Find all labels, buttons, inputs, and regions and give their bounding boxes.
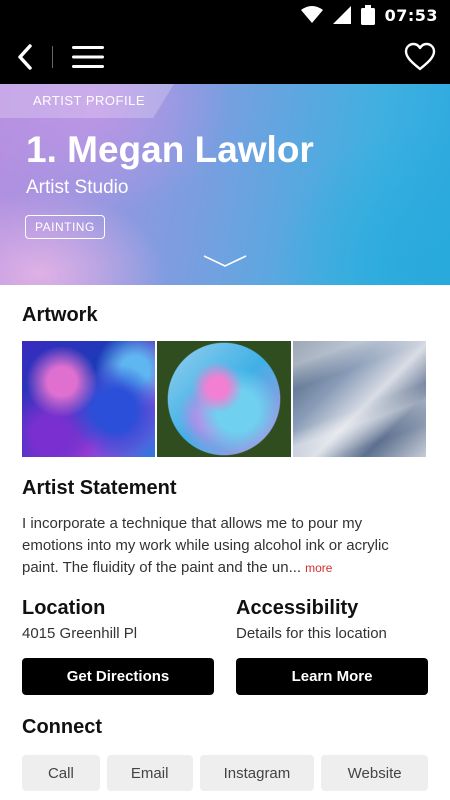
artist-statement-heading: Artist Statement	[22, 477, 177, 499]
artwork-image-2[interactable]	[157, 341, 291, 457]
email-button[interactable]: Email	[106, 755, 193, 791]
heart-icon[interactable]	[404, 42, 436, 72]
artist-statement-text: I incorporate a technique that allows me…	[22, 513, 422, 579]
battery-icon	[360, 5, 375, 25]
back-icon[interactable]	[14, 43, 36, 71]
artwork-image-1[interactable]	[22, 341, 156, 457]
artwork-image-3[interactable]	[292, 341, 426, 457]
accessibility-heading: Accessibility	[236, 597, 359, 619]
artist-studio-label: Artist Studio	[26, 177, 129, 198]
instagram-button[interactable]: Instagram	[199, 755, 315, 791]
wifi-icon	[300, 6, 323, 23]
connect-heading: Connect	[22, 716, 102, 738]
website-button[interactable]: Website	[321, 755, 428, 791]
appbar-divider	[52, 46, 53, 68]
artwork-heading: Artwork	[22, 304, 98, 326]
accessibility-details: Details for this location	[236, 625, 387, 642]
learn-more-button[interactable]: Learn More	[236, 658, 428, 695]
artist-hero: ARTIST PROFILE 1. Megan Lawlor Artist St…	[0, 84, 450, 285]
connect-chips: Call Email Instagram Website	[22, 755, 428, 791]
location-heading: Location	[22, 597, 106, 619]
get-directions-button[interactable]: Get Directions	[22, 658, 214, 695]
more-link[interactable]: more	[305, 561, 332, 575]
chevron-down-icon[interactable]	[203, 254, 247, 268]
call-button[interactable]: Call	[22, 755, 100, 791]
signal-icon	[332, 6, 351, 24]
clock: 07:53	[384, 5, 438, 25]
menu-icon[interactable]	[72, 44, 104, 70]
app-bar	[0, 30, 450, 84]
statement-body: I incorporate a technique that allows me…	[22, 515, 389, 576]
artist-name: 1. Megan Lawlor	[26, 129, 314, 170]
category-badge: PAINTING	[25, 215, 105, 239]
artist-profile-tag: ARTIST PROFILE	[0, 84, 174, 118]
status-bar: 07:53	[0, 0, 450, 30]
location-address: 4015 Greenhill Pl	[22, 625, 138, 642]
artwork-gallery	[22, 341, 426, 457]
